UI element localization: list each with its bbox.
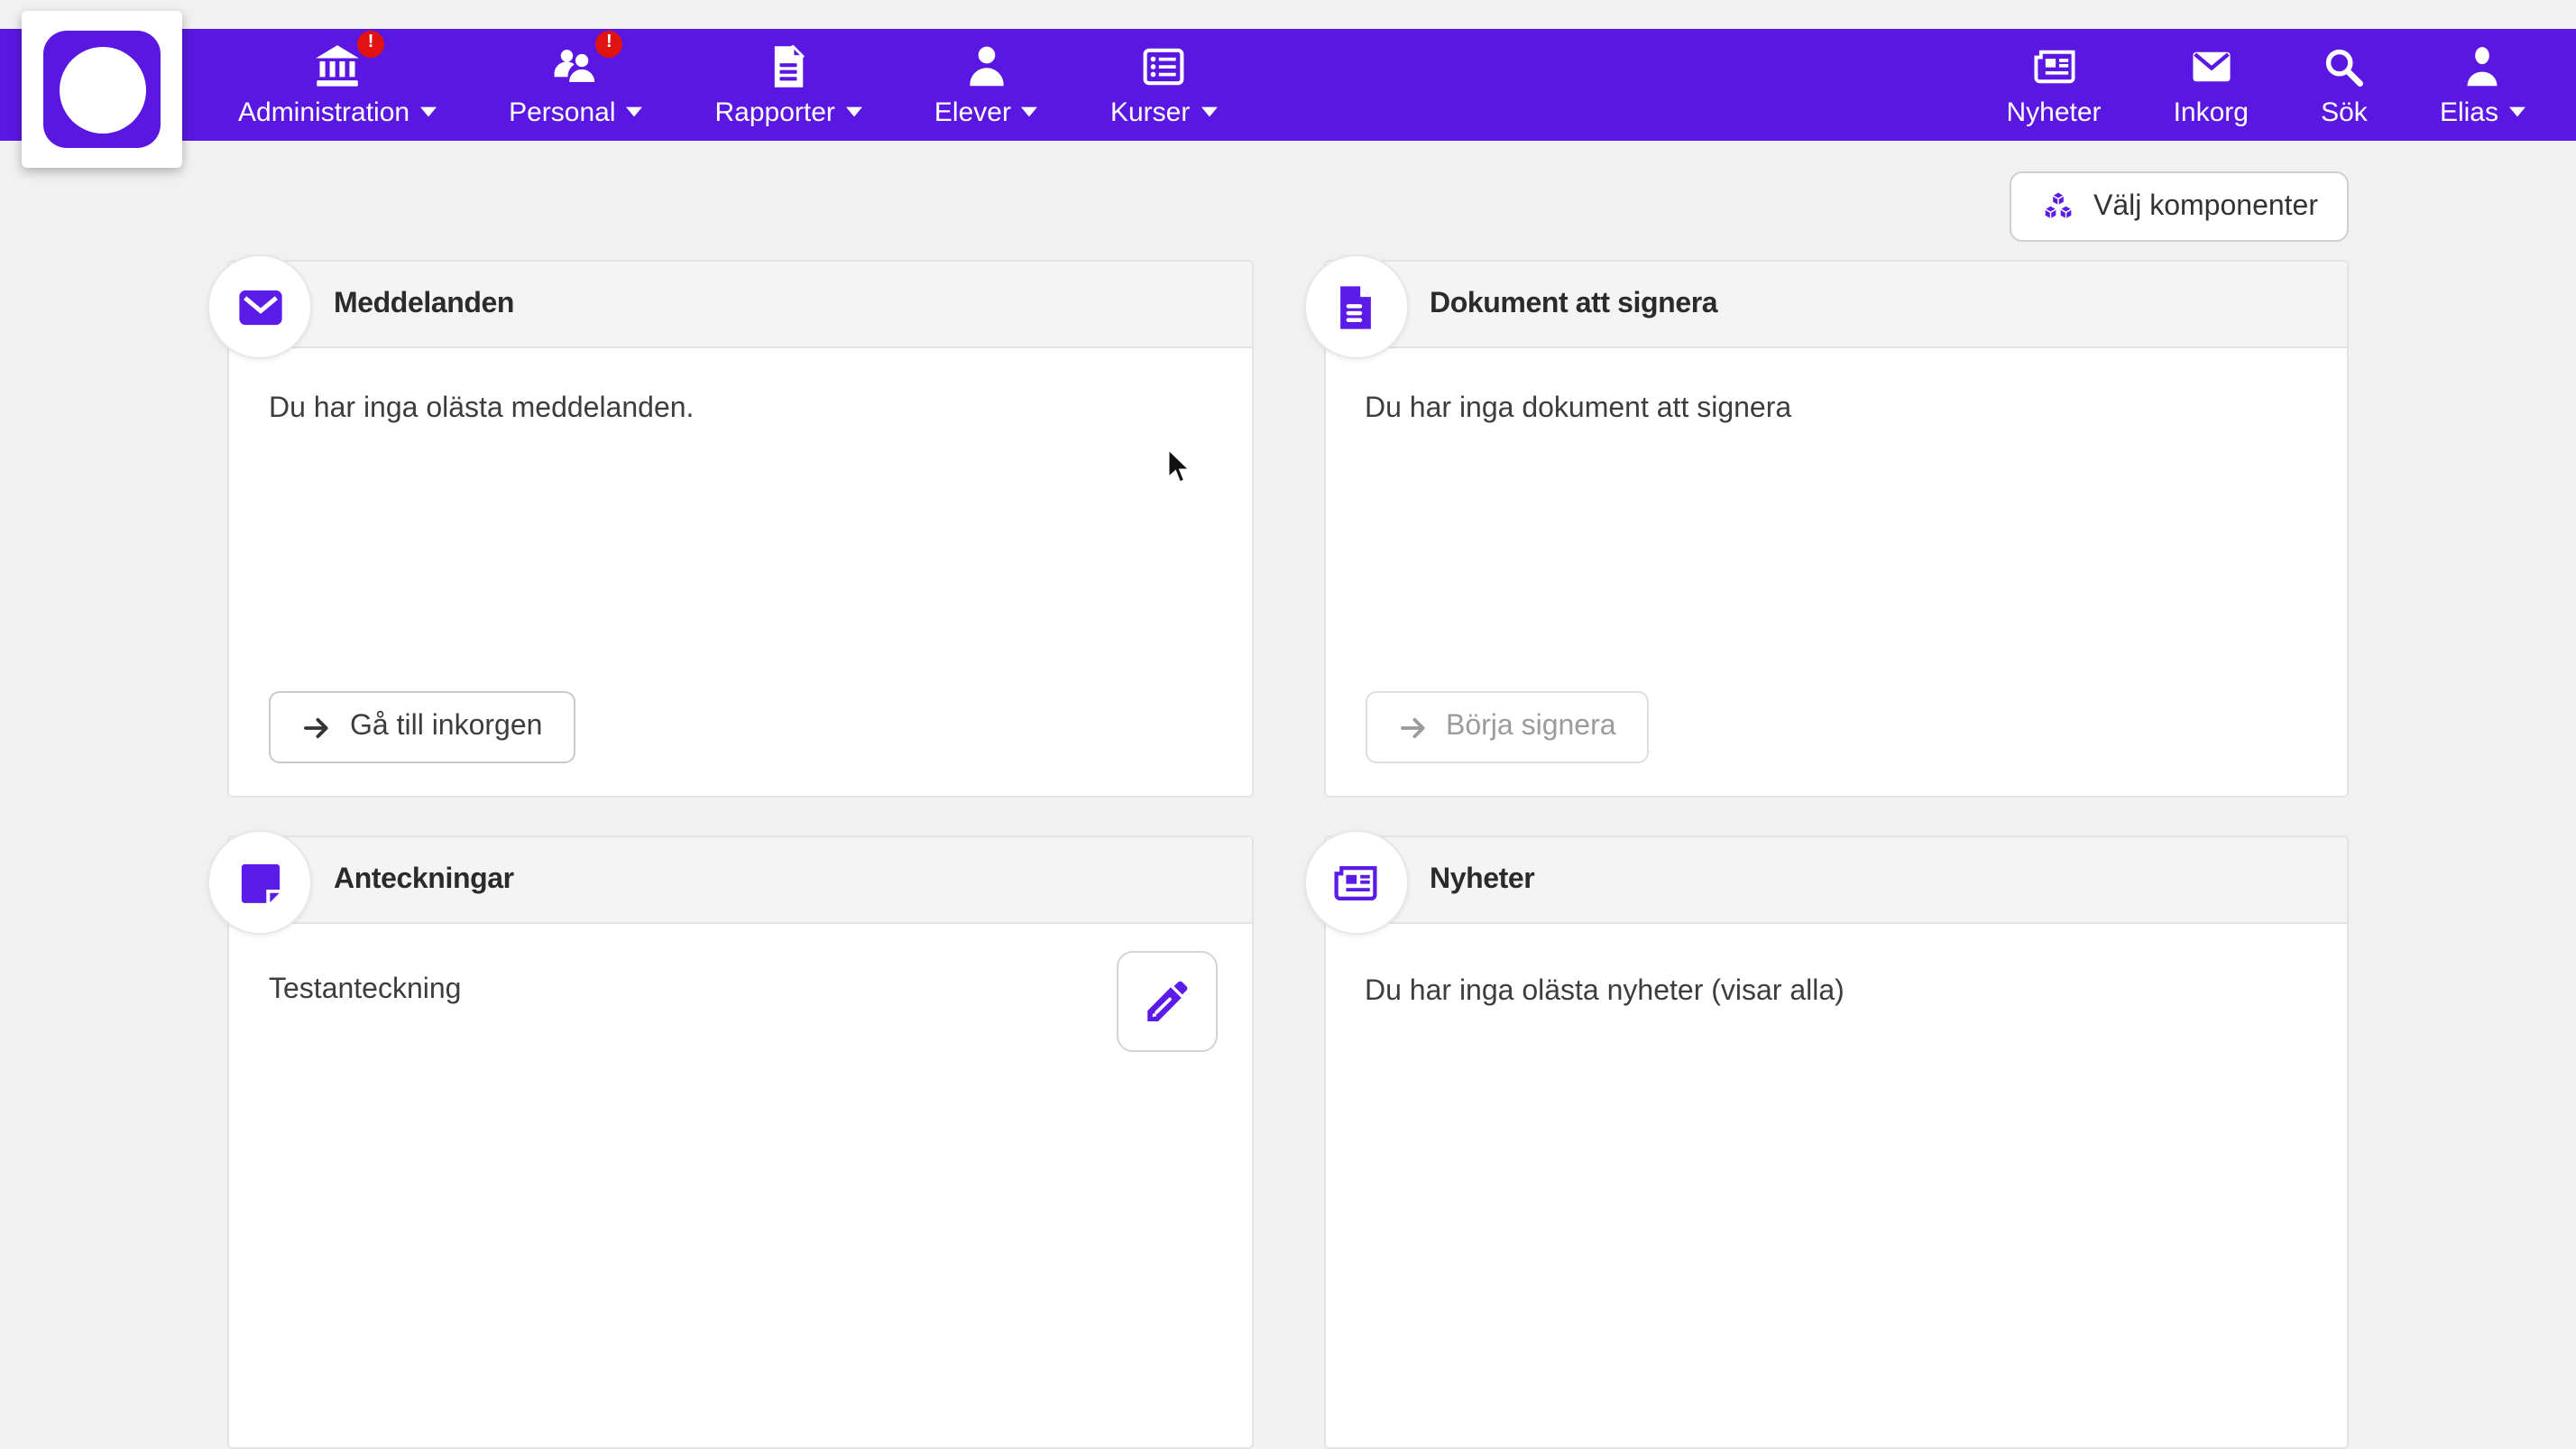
nav-label: Nyheter: [2007, 97, 2102, 127]
card-header: Dokument att signera: [1325, 262, 2347, 348]
chevron-down-icon: [1022, 106, 1038, 117]
mail-icon: [2187, 42, 2234, 89]
users-icon: !: [552, 42, 599, 89]
card-news: Nyheter Du har inga olästa nyheter (visa…: [1323, 835, 2349, 1449]
main-menu: ! Administration !: [202, 29, 1253, 141]
card-header: Nyheter: [1325, 837, 2347, 924]
cubes-icon: [2041, 189, 2077, 225]
user-icon: [2459, 42, 2506, 89]
note-item-text: Testanteckning: [269, 974, 461, 1007]
nav-label: Administration: [238, 97, 437, 127]
choose-components-button[interactable]: Välj komponenter: [2010, 171, 2349, 242]
search-icon: [2321, 42, 2368, 89]
course-list-icon: [1140, 42, 1187, 89]
button-label: Börja signera: [1446, 711, 1616, 743]
card-header: Anteckningar: [229, 837, 1251, 924]
top-navigation-bar: ! Administration !: [0, 29, 2576, 141]
logo-circle: [59, 46, 145, 133]
chevron-down-icon: [846, 106, 862, 117]
card-title: Nyheter: [1430, 863, 1534, 896]
nav-item-inkorg[interactable]: Inkorg: [2138, 29, 2285, 141]
document-icon: [1303, 254, 1408, 359]
card-body: Testanteckning: [229, 924, 1251, 1447]
logo-mark: [43, 31, 161, 148]
go-to-inbox-button[interactable]: Gå till inkorgen: [269, 691, 575, 763]
card-body: Du har inga olästa nyheter (visar alla): [1325, 924, 2347, 1447]
empty-state-text: Du har inga olästa meddelanden.: [269, 392, 694, 428]
arrow-right-icon: [1397, 712, 1428, 743]
card-body: Du har inga olästa meddelanden. Gå till …: [229, 348, 1251, 796]
nav-item-nyheter[interactable]: Nyheter: [1971, 29, 2138, 141]
nav-item-personal[interactable]: ! Personal: [473, 29, 678, 141]
nav-item-kurser[interactable]: Kurser: [1074, 29, 1253, 141]
nav-label: Sök: [2321, 97, 2368, 127]
nav-label: Elias: [2440, 97, 2525, 127]
card-documents-to-sign: Dokument att signera Du har inga dokumen…: [1323, 260, 2349, 798]
nav-label: Elever: [934, 97, 1038, 127]
nav-label: Inkorg: [2174, 97, 2249, 127]
nav-item-administration[interactable]: ! Administration: [202, 29, 473, 141]
app-logo[interactable]: [22, 11, 182, 168]
card-body: Du har inga dokument att signera Börja s…: [1325, 348, 2347, 796]
empty-state-text: Du har inga dokument att signera: [1365, 392, 1791, 428]
dashboard-content: Välj komponenter Meddelanden Du har inga…: [227, 141, 2349, 1449]
card-header: Meddelanden: [229, 262, 1251, 348]
arrow-right-icon: [301, 712, 332, 743]
card-title: Meddelanden: [334, 288, 514, 320]
bank-icon: !: [314, 42, 361, 89]
nav-label: Rapporter: [715, 97, 862, 127]
dashboard-toolbar: Välj komponenter: [227, 171, 2349, 242]
card-title: Dokument att signera: [1430, 288, 1717, 320]
nav-item-rapporter[interactable]: Rapporter: [679, 29, 898, 141]
utility-menu: Nyheter Inkorg: [1971, 29, 2562, 141]
empty-state-text: Du har inga olästa nyheter (visar alla): [1365, 974, 2307, 1011]
note-icon: [207, 830, 312, 935]
notification-badge: !: [357, 30, 384, 57]
nav-item-user-elias[interactable]: Elias: [2404, 29, 2562, 141]
chevron-down-icon: [1201, 106, 1217, 117]
nav-item-elever[interactable]: Elever: [898, 29, 1074, 141]
card-notes: Anteckningar Testanteckning: [227, 835, 1253, 1449]
nav-label: Kurser: [1110, 97, 1217, 127]
start-signing-button[interactable]: Börja signera: [1365, 691, 1649, 763]
dashboard-page: ! Administration !: [0, 0, 2576, 1039]
messages-envelope-icon: [207, 254, 312, 359]
report-document-icon: [765, 42, 812, 89]
nav-item-sok[interactable]: Sök: [2285, 29, 2404, 141]
card-title: Anteckningar: [334, 863, 514, 896]
chevron-down-icon: [2509, 106, 2525, 117]
chevron-down-icon: [420, 106, 437, 117]
chevron-down-icon: [627, 106, 643, 117]
news-icon: [1303, 830, 1408, 935]
widget-grid: Meddelanden Du har inga olästa meddeland…: [227, 260, 2349, 1449]
button-label: Gå till inkorgen: [350, 711, 542, 743]
news-icon: [2030, 42, 2077, 89]
notification-badge: !: [595, 30, 622, 57]
pencil-icon: [1139, 974, 1193, 1029]
student-icon: [962, 42, 1009, 89]
edit-note-button[interactable]: [1116, 951, 1217, 1052]
nav-label: Personal: [509, 97, 642, 127]
choose-components-label: Välj komponenter: [2093, 190, 2318, 223]
card-messages: Meddelanden Du har inga olästa meddeland…: [227, 260, 1253, 798]
